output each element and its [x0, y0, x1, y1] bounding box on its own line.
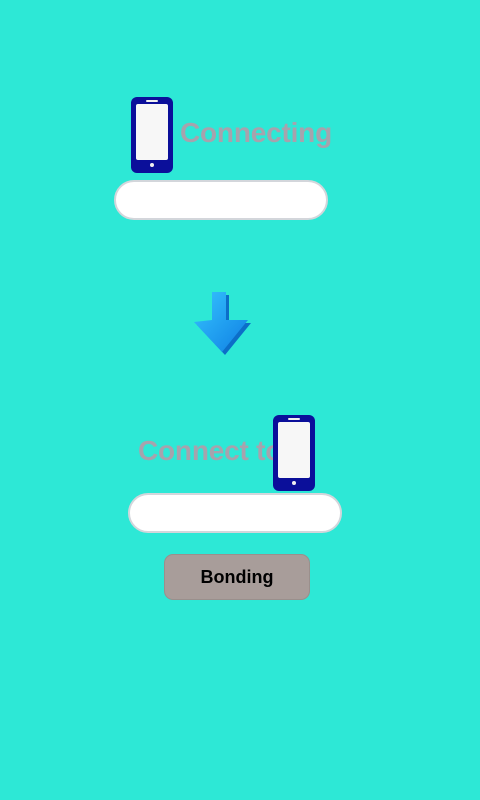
bonding-button[interactable]: Bonding — [164, 554, 310, 600]
connect-to-label: Connect to — [138, 435, 283, 466]
down-arrow-icon — [194, 292, 251, 355]
source-device-field[interactable] — [114, 180, 328, 220]
smartphone-icon — [131, 97, 173, 173]
connecting-label: Connecting — [180, 117, 332, 148]
target-device-field[interactable] — [128, 493, 342, 533]
smartphone-icon — [273, 415, 315, 491]
